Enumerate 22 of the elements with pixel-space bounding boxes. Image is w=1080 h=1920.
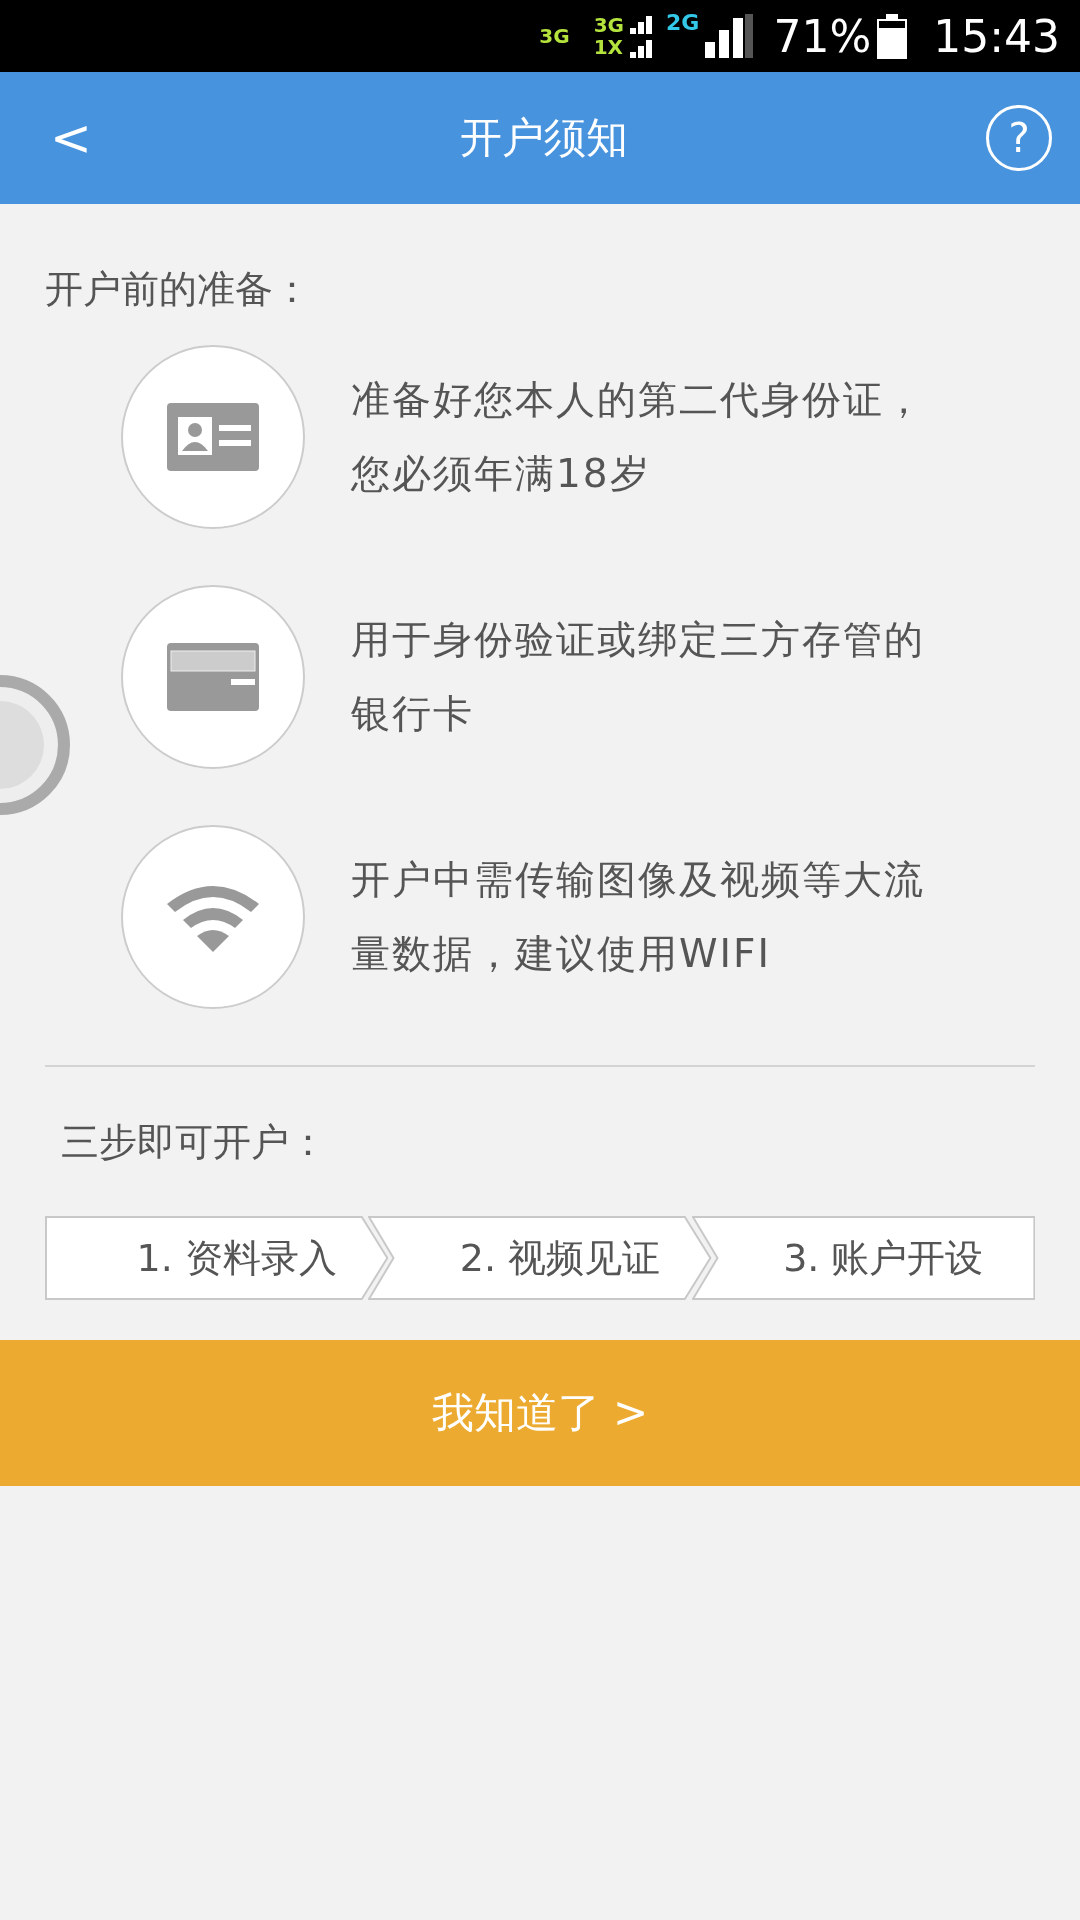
back-button[interactable]: <: [40, 109, 102, 167]
requirement-text: 开户中需传输图像及视频等大流量数据，建议使用WIFI: [351, 856, 926, 978]
step-item: 3. 账户开设: [691, 1216, 1035, 1300]
signal-icon: [705, 12, 754, 60]
section-title: 开户前的准备：: [45, 266, 312, 313]
confirm-button[interactable]: 我知道了 >: [0, 1340, 1080, 1486]
page-title: 开户须知: [459, 112, 628, 164]
battery-icon: [877, 12, 908, 60]
network-label: 3G: [593, 14, 624, 36]
clock: 15:43: [933, 10, 1060, 62]
network-label: 3G: [539, 25, 570, 47]
battery-level: 71%: [773, 10, 872, 62]
section-title: 三步即可开户：: [61, 1119, 328, 1166]
requirement-text: 准备好您本人的第二代身份证，您必须年满18岁: [351, 376, 926, 498]
id-card-icon: [167, 403, 259, 471]
requirement-text: 用于身份验证或绑定三方存管的银行卡: [351, 616, 926, 738]
help-button[interactable]: ?: [986, 105, 1052, 171]
bank-card-icon: [167, 643, 259, 711]
network-label: 2G: [666, 10, 700, 35]
step-item: 1. 资料录入: [45, 1216, 389, 1300]
step-item: 2. 视频见证: [368, 1216, 712, 1300]
network-label: 1X: [593, 36, 624, 58]
